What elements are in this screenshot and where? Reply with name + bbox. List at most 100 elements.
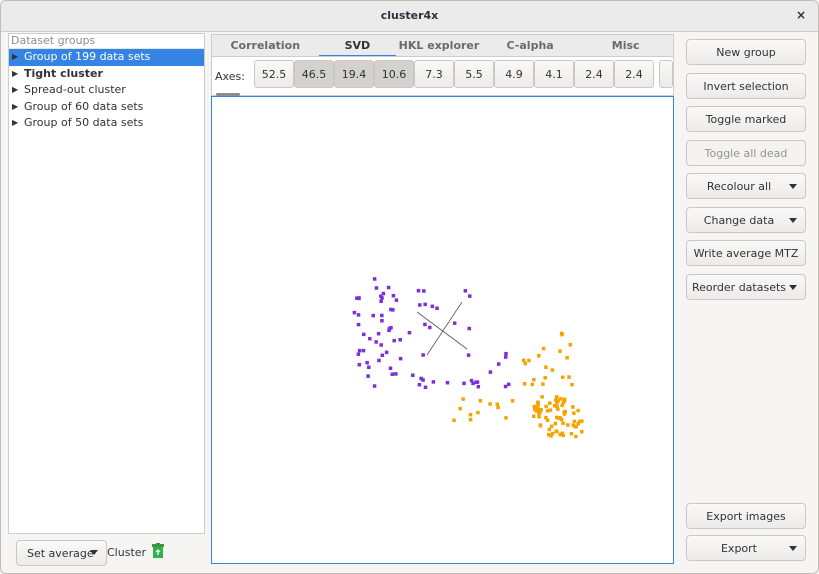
data-point-orange — [549, 424, 554, 429]
invert-selection-button[interactable]: Invert selection — [686, 72, 806, 99]
axis-line-2 — [426, 301, 463, 356]
data-point-orange — [522, 382, 527, 386]
chevron-down-icon — [90, 550, 98, 555]
dataset-group-label: Group of 50 data sets — [24, 116, 144, 129]
trash-icon[interactable] — [151, 543, 165, 562]
data-point-orange — [541, 346, 546, 351]
tab-misc-properties[interactable]: Misc properties — [578, 35, 673, 73]
axis-button[interactable]: 2.4 — [614, 60, 654, 88]
axis-button[interactable]: 4.1 — [534, 60, 574, 88]
data-point-purple — [366, 374, 370, 378]
axis-button-overflow[interactable] — [659, 60, 673, 88]
tab-c-alpha-explorer[interactable]: C-alpha explorer — [482, 35, 579, 73]
toggle-all-dead-button[interactable]: Toggle all dead — [686, 139, 806, 166]
dataset-group-item[interactable]: ▶ Spread-out cluster — [9, 82, 204, 99]
dataset-group-item[interactable]: ▶ Tight cluster — [9, 66, 204, 83]
svd-plot-area[interactable] — [211, 96, 674, 564]
data-point-purple — [372, 277, 377, 281]
tab-svd-explorer[interactable]: SVD explorer — [318, 35, 397, 73]
svd-scatter-plot[interactable] — [212, 97, 673, 563]
expand-arrow-icon[interactable]: ▶ — [12, 82, 24, 99]
export-label: Export — [720, 542, 757, 555]
axis-button[interactable]: 19.4 — [334, 60, 374, 88]
data-point-purple — [394, 372, 398, 376]
data-point-purple — [504, 351, 508, 356]
data-point-orange — [540, 395, 544, 399]
data-point-purple — [357, 362, 362, 367]
axis-button[interactable]: 4.9 — [494, 60, 534, 88]
data-point-orange — [555, 415, 559, 420]
data-point-purple — [418, 303, 422, 307]
toggle-marked-cluster-button[interactable]: Toggle marked cluster — [686, 106, 806, 151]
data-point-purple — [452, 321, 457, 325]
data-point-purple — [381, 291, 386, 296]
data-point-purple — [380, 318, 384, 323]
tab-hkl-explorer[interactable]: HKL explorer — [396, 35, 482, 57]
data-point-purple — [365, 360, 369, 365]
data-point-purple — [419, 376, 423, 381]
data-point-purple — [423, 302, 427, 307]
data-point-purple — [372, 384, 377, 388]
export-button[interactable]: Export — [686, 535, 806, 561]
axis-button[interactable]: 52.5 — [254, 60, 294, 88]
app-window: cluster4x × Dataset groups ▶ Group of 199… — [0, 0, 819, 574]
close-icon[interactable]: × — [796, 8, 806, 22]
data-point-orange — [569, 431, 574, 436]
axis-button[interactable]: 46.5 — [294, 60, 334, 88]
data-point-orange — [580, 419, 584, 423]
data-point-orange — [537, 354, 541, 358]
data-point-orange — [546, 432, 551, 437]
axis-button[interactable]: 7.3 — [414, 60, 454, 88]
data-point-orange — [565, 355, 569, 360]
new-group-button[interactable]: New group — [686, 39, 806, 65]
data-point-orange — [504, 416, 508, 420]
data-point-orange — [532, 377, 536, 382]
set-average-dropdown[interactable]: Set average — [16, 540, 107, 566]
data-point-orange — [558, 349, 562, 353]
axis-button[interactable]: 2.4 — [574, 60, 614, 88]
expand-arrow-icon[interactable]: ▶ — [12, 66, 24, 83]
tab-correlation-matrix[interactable]: Correlation matrix — [212, 35, 319, 73]
dataset-group-label: Group of 199 data sets — [24, 49, 151, 66]
data-point-purple — [421, 353, 425, 357]
write-average-mtz-button[interactable]: Write average MTZ — [686, 240, 806, 266]
data-point-orange — [458, 406, 462, 411]
dataset-groups-header: Dataset groups — [9, 34, 204, 49]
axes-selector: Axes: 52.5 46.5 19.4 10.6 7.3 5.5 4.9 4.1 2.4 2.4 — [211, 56, 674, 96]
data-point-purple — [368, 336, 372, 341]
data-point-purple — [379, 299, 383, 304]
title-bar: cluster4x × — [1, 1, 818, 32]
dataset-group-item[interactable]: ▶ Group of 60 data sets — [9, 99, 204, 116]
data-point-orange — [476, 410, 480, 415]
axis-button[interactable]: 5.5 — [454, 60, 494, 88]
reorder-datasets-button[interactable]: Reorder datasets — [686, 273, 806, 300]
data-point-orange — [548, 408, 553, 412]
data-point-purple — [435, 306, 439, 311]
data-point-purple — [430, 304, 435, 309]
axis-line-1 — [416, 311, 468, 350]
expand-arrow-icon[interactable]: ▶ — [12, 115, 24, 132]
data-point-orange — [561, 400, 566, 405]
change-data-button[interactable]: Change data — [686, 206, 806, 233]
data-point-orange — [558, 432, 562, 437]
data-point-orange — [547, 427, 552, 432]
recolour-all-button[interactable]: Recolour all — [686, 173, 806, 199]
data-point-orange — [560, 332, 564, 337]
data-point-purple — [380, 313, 384, 318]
data-point-orange — [570, 382, 574, 387]
data-point-orange — [496, 405, 500, 410]
axes-label: Axes: — [215, 70, 245, 83]
dataset-group-item[interactable]: ▶ Group of 50 data sets — [9, 115, 204, 132]
chevron-down-icon — [789, 546, 797, 551]
expand-arrow-icon[interactable]: ▶ — [12, 99, 24, 116]
data-point-orange — [510, 399, 515, 403]
dataset-group-item[interactable]: ▶ Group of 199 data sets — [9, 49, 204, 66]
data-point-purple — [356, 322, 361, 327]
data-point-purple — [471, 381, 475, 386]
expand-arrow-icon[interactable]: ▶ — [12, 49, 24, 66]
axis-button[interactable]: 10.6 — [374, 60, 414, 88]
data-point-orange — [541, 382, 545, 386]
data-point-purple — [380, 296, 384, 300]
export-images-button[interactable]: Export images — [686, 503, 806, 529]
data-point-purple — [388, 366, 393, 371]
